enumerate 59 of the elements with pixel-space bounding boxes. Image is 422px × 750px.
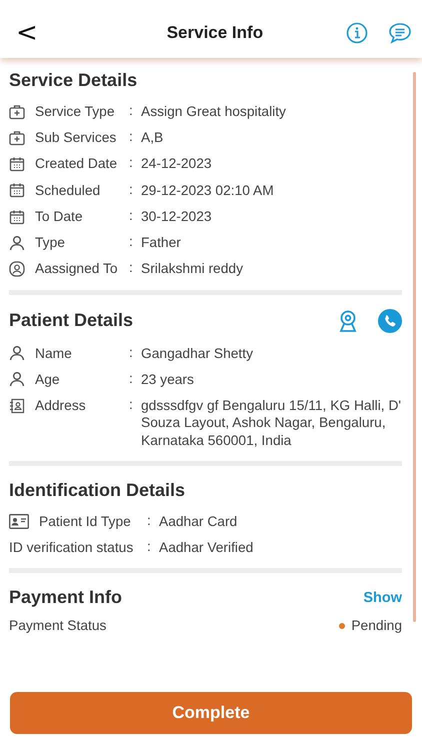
- section-title: Patient Details: [9, 310, 134, 332]
- field-label: Aassigned To: [35, 260, 118, 278]
- chat-icon[interactable]: [388, 22, 412, 44]
- field-label: Patient Id Type: [39, 512, 131, 530]
- colon-separator: :: [129, 182, 134, 197]
- colon-separator: :: [129, 208, 134, 223]
- complete-button[interactable]: Complete: [10, 692, 412, 734]
- colon-separator: :: [129, 370, 134, 386]
- person-icon: [9, 234, 25, 251]
- field-label: Payment Status: [9, 617, 106, 635]
- field-label: Name: [35, 344, 72, 362]
- calendar-icon: [9, 182, 25, 198]
- field-value: 29-12-2023 02:10 AM: [141, 182, 275, 199]
- colon-separator: :: [129, 344, 134, 360]
- field-label: ID verification status: [9, 539, 134, 556]
- field-label: Sub Services: [35, 129, 116, 146]
- field-value: Assign Great hospitality: [141, 103, 287, 120]
- field-label: Address: [35, 397, 86, 414]
- colon-separator: :: [129, 260, 134, 276]
- back-button[interactable]: <: [10, 18, 44, 48]
- section-title: Service Details: [9, 70, 138, 91]
- colon-separator: :: [129, 397, 134, 412]
- calendar-icon: [9, 156, 25, 172]
- field-value: Aadhar Verified: [159, 539, 254, 556]
- field-label: Scheduled: [35, 182, 100, 199]
- status-text: Pending: [351, 617, 402, 635]
- phone-icon[interactable]: [378, 308, 402, 333]
- field-label: Created Date: [35, 155, 118, 173]
- field-value: Father: [141, 234, 182, 252]
- colon-separator: :: [129, 129, 134, 144]
- page-title: Service Info: [166, 23, 264, 43]
- field-value: 30-12-2023: [141, 208, 213, 226]
- medical-kit-icon: [9, 104, 25, 120]
- person-icon: [9, 371, 25, 388]
- field-label: Type: [35, 234, 65, 252]
- person-icon: [9, 345, 25, 362]
- show-link[interactable]: Show: [363, 590, 402, 606]
- colon-separator: :: [147, 512, 152, 528]
- field-value: A,B: [141, 129, 164, 146]
- calendar-icon: [9, 208, 25, 225]
- colon-separator: :: [129, 234, 134, 250]
- id-card-icon: [9, 514, 29, 529]
- field-value: Gangadhar Shetty: [141, 344, 254, 362]
- field-label: Age: [35, 370, 60, 388]
- field-label: Service Type: [35, 103, 115, 120]
- colon-separator: :: [129, 155, 134, 170]
- field-value: 23 years: [141, 370, 195, 388]
- field-label: To Date: [35, 208, 83, 226]
- section-title: Identification Details: [9, 480, 186, 501]
- colon-separator: :: [129, 103, 134, 118]
- field-value: Aadhar Card: [159, 512, 238, 530]
- field-value: gdsssdfgv gf Bengaluru 15/11, KG Halli, D' Souza Layout, Ashok Nagar, Bengaluru, Karnataka 560001, India: [141, 397, 402, 449]
- colon-separator: :: [147, 539, 152, 554]
- field-value: 24-12-2023: [141, 155, 213, 173]
- field-value: Srilakshmi reddy: [141, 260, 244, 278]
- medical-kit-icon: [9, 130, 25, 146]
- section-title: Payment Info: [9, 587, 122, 608]
- contact-book-icon: [9, 398, 25, 414]
- info-icon[interactable]: [346, 22, 368, 44]
